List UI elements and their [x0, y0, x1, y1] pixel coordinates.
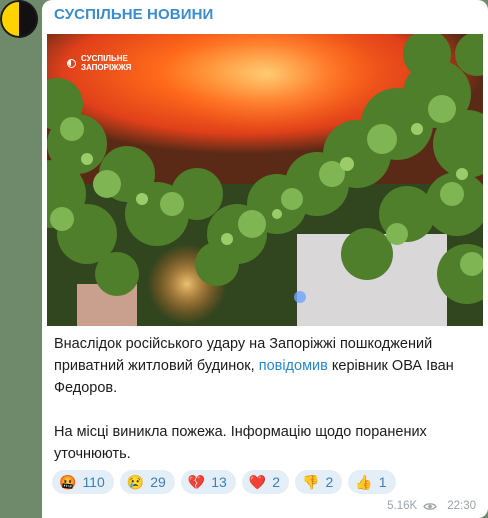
reactions-bar: 🤬 110 😢 29 💔 13 ❤️ 2 👎 2 👍 1 [52, 470, 396, 494]
reaction-count: 1 [378, 474, 387, 490]
message-bubble: СУСПІЛЬНЕ НОВИНИ СУСПІЛЬНЕ ЗАПОРІЖЖЯ Вна… [42, 0, 488, 518]
reaction-broken-heart[interactable]: 💔 13 [180, 470, 236, 494]
fire-photo-illustration [47, 34, 483, 326]
message-photo[interactable]: СУСПІЛЬНЕ ЗАПОРІЖЖЯ [47, 34, 483, 326]
eye-icon [423, 502, 437, 510]
reaction-thumbs-down[interactable]: 👎 2 [295, 470, 343, 494]
watermark-line1: СУСПІЛЬНЕ [81, 54, 128, 63]
red-heart-icon: ❤️ [248, 474, 267, 490]
message-text: Внаслідок російського удару на Запоріжжі… [54, 333, 479, 465]
broken-heart-icon: 💔 [187, 474, 206, 490]
thumbs-down-icon: 👎 [302, 474, 320, 490]
view-count: 5.16K [387, 500, 418, 512]
source-link[interactable]: повідомив [259, 358, 328, 374]
reaction-count: 2 [272, 474, 281, 490]
reaction-thumbs-up[interactable]: 👍 1 [348, 470, 396, 494]
reaction-count: 2 [325, 474, 334, 490]
message-time: 22:30 [447, 500, 476, 512]
reaction-enraged[interactable]: 🤬 110 [52, 470, 114, 494]
avatar-ring [0, 0, 38, 38]
message-paragraph-2: На місці виникла пожежа. Інформацію щодо… [54, 424, 427, 462]
reaction-count: 13 [211, 474, 227, 490]
reaction-count: 29 [150, 474, 166, 490]
message-paragraph-1: Внаслідок російського удару на Запоріжжі… [54, 336, 454, 396]
watermark-line2: ЗАПОРІЖЖЯ [81, 63, 132, 72]
reaction-crying[interactable]: 😢 29 [119, 470, 175, 494]
reaction-count: 110 [82, 474, 105, 490]
thumbs-up-icon: 👍 [355, 474, 373, 490]
channel-avatar[interactable] [0, 0, 38, 38]
crying-face-icon: 😢 [126, 474, 145, 490]
photo-watermark: СУСПІЛЬНЕ ЗАПОРІЖЖЯ [67, 54, 131, 72]
channel-name[interactable]: СУСПІЛЬНЕ НОВИНИ [54, 6, 213, 23]
suspilne-logo-icon [67, 58, 76, 68]
message-meta: 5.16K 22:30 [387, 500, 476, 512]
reaction-red-heart[interactable]: ❤️ 2 [241, 470, 290, 494]
enraged-face-icon: 🤬 [59, 474, 77, 490]
